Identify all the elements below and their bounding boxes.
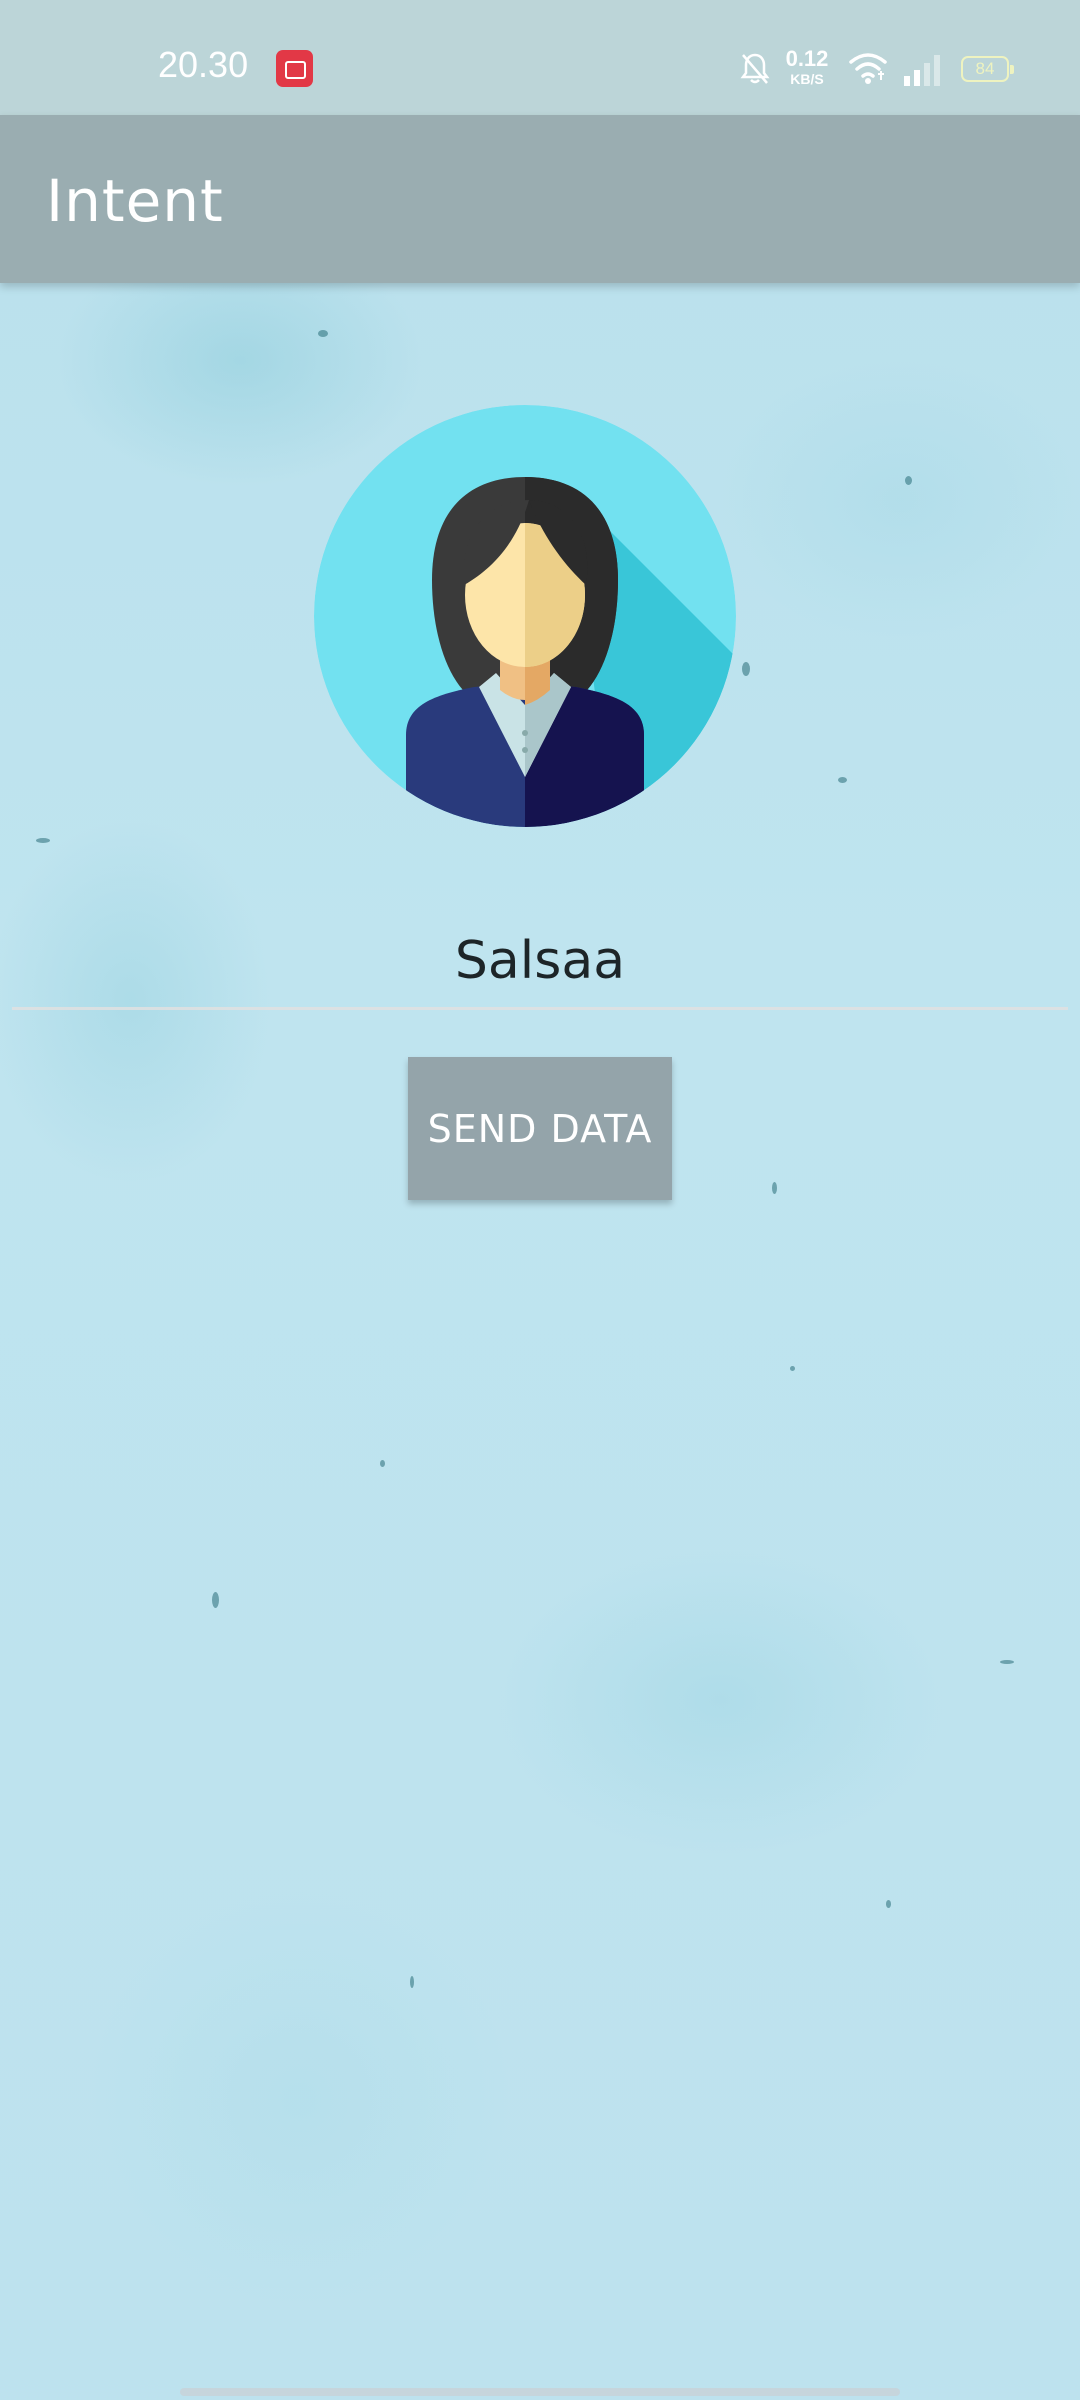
network-speed: 0.12 KB/S [782,46,832,87]
send-data-button[interactable]: SEND DATA [408,1057,672,1200]
wifi-icon [849,53,887,84]
app-toolbar: Intent [0,115,1080,283]
toolbar-title: Intent [46,167,224,235]
signal-icon [904,55,940,86]
female-avatar-icon [314,405,736,827]
bell-off-icon [740,53,770,84]
net-speed-value: 0.12 [785,46,829,71]
battery-icon: 84 [961,56,1014,82]
gesture-nav-handle[interactable] [180,2388,900,2396]
status-time: 20.30 [158,44,249,85]
screen-record-icon [276,50,313,87]
net-speed-unit: KB/S [790,71,824,87]
textured-background [0,0,1080,2400]
name-field[interactable] [12,915,1068,1010]
status-bar: 20.30 0.12 KB/S 84 [0,0,1080,115]
